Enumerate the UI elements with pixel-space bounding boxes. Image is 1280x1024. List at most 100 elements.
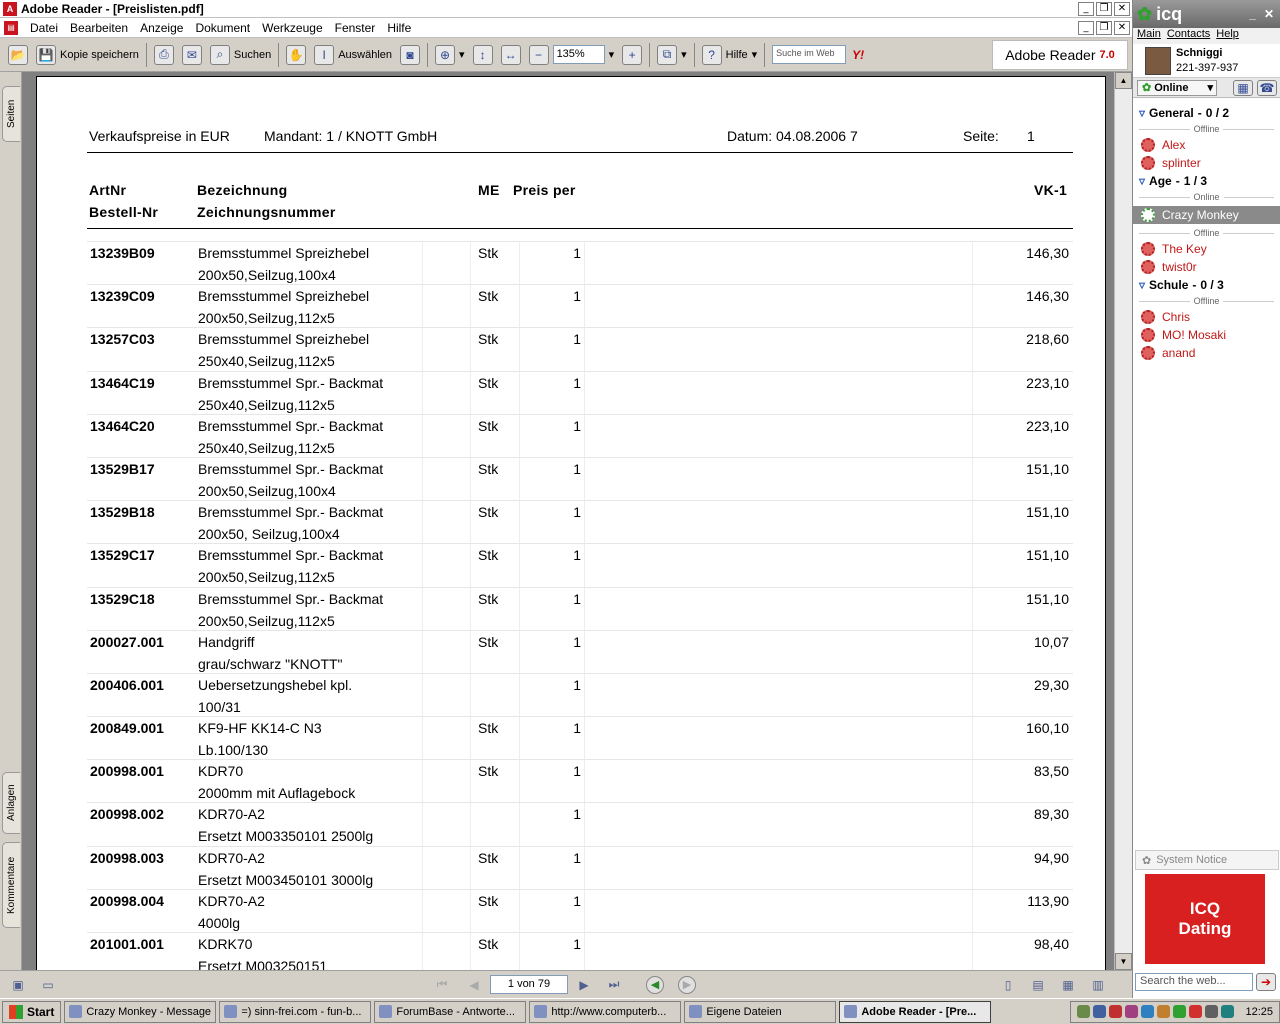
page-number-input[interactable]: 1 von 79 (490, 975, 568, 994)
contact-group-header[interactable]: ▿ Age -1 / 3 (1133, 172, 1280, 190)
menu-bearbeiten[interactable]: Bearbeiten (64, 21, 134, 35)
rotate-button[interactable]: ⧉ ▾ (653, 42, 691, 68)
article-number-cell: 200849.001 (90, 720, 164, 737)
tab-kommentare[interactable]: Kommentare (2, 842, 20, 928)
zoom-in-button[interactable]: + (618, 42, 646, 68)
print-button[interactable]: ⎙ (150, 42, 178, 68)
doc-minimize-button[interactable]: _ (1078, 20, 1094, 35)
start-button[interactable]: Start (2, 1000, 62, 1023)
tray-icon[interactable] (1125, 1005, 1139, 1018)
description-cell: Bremsstummel Spr.- Backmat (198, 460, 384, 477)
next-page-icon[interactable]: ▶ (574, 975, 594, 995)
continuous-facing-icon[interactable]: ▥ (1088, 975, 1108, 995)
tray-icon[interactable] (1093, 1005, 1107, 1018)
previous-page-icon[interactable]: ◀ (464, 975, 484, 995)
menu-fenster[interactable]: Fenster (329, 21, 382, 35)
icq-menu-main[interactable]: Main (1137, 28, 1161, 44)
back-view-icon[interactable]: ◀ (646, 975, 664, 994)
scroll-down-icon[interactable]: ▼ (1115, 953, 1132, 970)
snapshot-button[interactable]: ◙ (396, 42, 424, 68)
taskbar-task[interactable]: ForumBase - Antworte... (374, 1000, 527, 1023)
web-search-input[interactable]: Suche im Web (772, 45, 847, 64)
yahoo-icon[interactable]: Y! (852, 48, 864, 62)
document-viewport[interactable]: Verkaufspreise in EUR Mandant: 1 / KNOTT… (22, 72, 1114, 970)
vertical-scrollbar[interactable]: ▲ ▼ (1114, 72, 1132, 970)
contact-item[interactable]: Alex (1133, 136, 1280, 154)
taskbar-task[interactable]: http://www.computerb... (529, 1000, 682, 1023)
minimize-button[interactable]: _ (1078, 1, 1094, 16)
first-page-icon[interactable]: ⏮ (432, 975, 452, 995)
tray-icon[interactable] (1157, 1005, 1171, 1018)
contact-item[interactable]: splinter (1133, 154, 1280, 172)
contact-item[interactable]: Crazy Monkey (1133, 206, 1280, 224)
select-tool-button[interactable]: I Auswählen (310, 42, 396, 68)
continuous-page-icon[interactable]: ▤ (1028, 975, 1048, 995)
zoom-level-input[interactable]: 135% (552, 45, 605, 64)
contact-group-header[interactable]: ▿ Schule -0 / 3 (1133, 276, 1280, 294)
icq-dating-ad[interactable]: ICQ Dating (1145, 874, 1265, 964)
zoom-out-button[interactable]: − (525, 42, 553, 68)
search-go-icon[interactable]: ➔ (1256, 973, 1276, 991)
tab-anlagen[interactable]: Anlagen (2, 772, 20, 834)
icq-menu-contacts[interactable]: Contacts (1167, 28, 1210, 44)
table-row: 200998.001 KDR70 2000mm mit Auflagebock Stk… (87, 759, 1073, 802)
doc-close-button[interactable]: ✕ (1114, 20, 1130, 35)
menu-werkzeuge[interactable]: Werkzeuge (256, 21, 328, 35)
tray-icon[interactable] (1221, 1005, 1235, 1018)
email-button[interactable]: ✉ (178, 42, 206, 68)
system-notice-button[interactable]: ✿ System Notice (1135, 850, 1279, 870)
help-button[interactable]: ? Hilfe ▾ (698, 42, 762, 68)
contact-item[interactable]: twist0r (1133, 258, 1280, 276)
contact-item[interactable]: anand (1133, 344, 1280, 362)
zoom-dropdown-icon[interactable]: ▾ (609, 48, 615, 61)
search-button[interactable]: ⌕ Suchen (206, 42, 275, 68)
doc-restore-button[interactable]: ❐ (1096, 20, 1112, 35)
price-per-cell: 1 (573, 720, 581, 737)
open-button[interactable]: 📂 (4, 42, 32, 68)
restore-button[interactable]: ❐ (1096, 1, 1112, 16)
tab-seiten[interactable]: Seiten (2, 86, 20, 142)
icq-close-icon[interactable]: ✕ (1264, 7, 1274, 21)
tray-icon[interactable] (1189, 1005, 1203, 1018)
taskbar-task[interactable]: Adobe Reader - [Pre... (839, 1000, 992, 1023)
hand-tool-button[interactable]: ✋ (282, 42, 310, 68)
taskbar-task[interactable]: Eigene Dateien (684, 1000, 837, 1023)
tray-icon[interactable] (1141, 1005, 1155, 1018)
page-thumbnail-icon[interactable]: ▭ (38, 975, 58, 995)
sales-price-cell: 223,10 (1026, 417, 1069, 434)
icq-menu-help[interactable]: Help (1216, 28, 1239, 44)
fit-width-button[interactable]: ↔ (497, 42, 525, 68)
page-layout-icon[interactable]: ▣ (8, 975, 28, 995)
forward-view-icon[interactable]: ▶ (678, 975, 696, 994)
menu-datei[interactable]: Datei (24, 21, 64, 35)
contact-item[interactable]: Chris (1133, 308, 1280, 326)
contacts-grid-icon[interactable]: ▦ (1233, 79, 1253, 96)
menu-dokument[interactable]: Dokument (189, 21, 256, 35)
tray-icon[interactable] (1077, 1005, 1091, 1018)
taskbar-task[interactable]: Crazy Monkey - Message (64, 1000, 217, 1023)
zoom-tool-button[interactable]: ⊕ ▾ (431, 42, 469, 68)
table-row: 13239C09 Bremsstummel Spreizhebel 200x50,S… (87, 284, 1073, 327)
toolbar-separator (145, 42, 147, 67)
contact-item[interactable]: The Key (1133, 240, 1280, 258)
menu-hilfe[interactable]: Hilfe (381, 21, 417, 35)
menu-anzeige[interactable]: Anzeige (134, 21, 189, 35)
scroll-up-icon[interactable]: ▲ (1115, 72, 1132, 89)
fit-page-button[interactable]: ↕ (469, 42, 497, 68)
tray-icon[interactable] (1109, 1005, 1123, 1018)
phone-icon[interactable]: ☎ (1257, 79, 1277, 96)
tray-icon[interactable] (1205, 1005, 1219, 1018)
contact-item[interactable]: MO! Mosaki (1133, 326, 1280, 344)
status-dropdown[interactable]: ✿ Online ▾ (1137, 79, 1217, 96)
contact-group-header[interactable]: ▿ General -0 / 2 (1133, 104, 1280, 122)
taskbar-task[interactable]: =) sinn-frei.com - fun-b... (219, 1000, 372, 1023)
tray-icon[interactable] (1173, 1005, 1187, 1018)
icq-minimize-icon[interactable]: _ (1249, 7, 1256, 21)
icq-search-input[interactable]: Search the web... (1135, 973, 1253, 991)
last-page-icon[interactable]: ⏭ (604, 975, 624, 995)
save-copy-button[interactable]: 💾 Kopie speichern (32, 42, 143, 68)
single-page-icon[interactable]: ▯ (998, 975, 1018, 995)
facing-page-icon[interactable]: ▦ (1058, 975, 1078, 995)
avatar[interactable] (1145, 46, 1171, 75)
close-button[interactable]: ✕ (1114, 1, 1130, 16)
